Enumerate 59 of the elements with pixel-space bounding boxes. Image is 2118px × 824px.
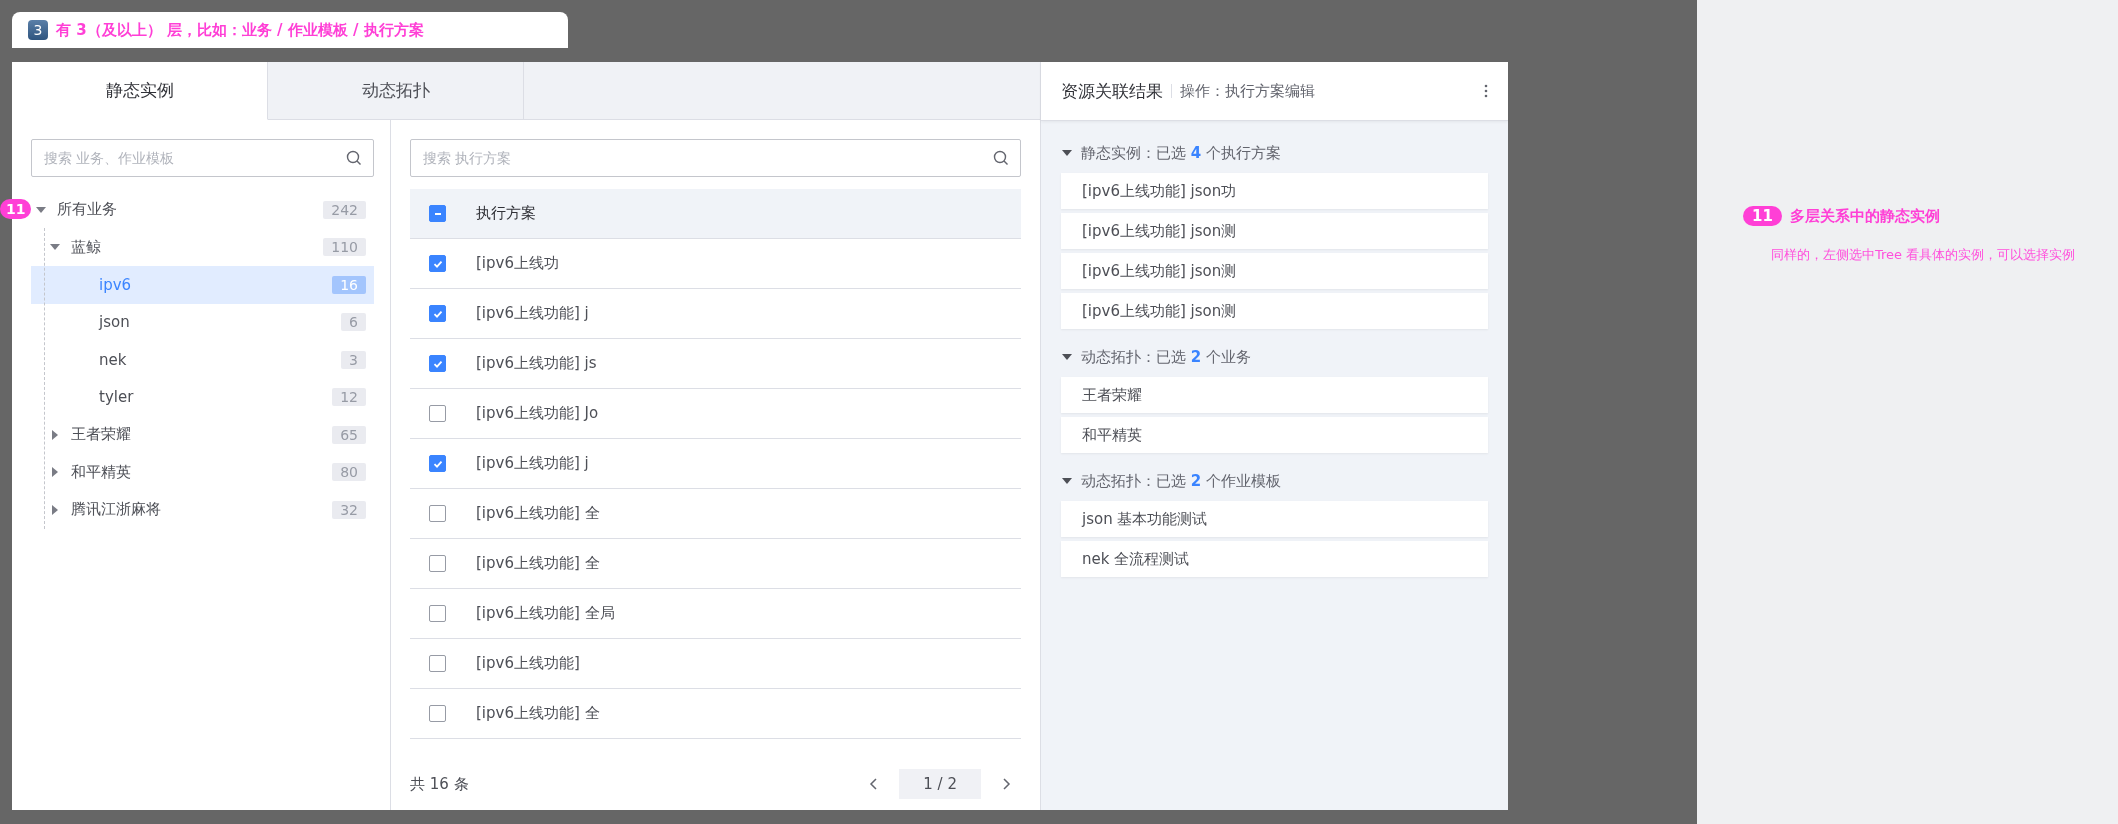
result-item: [ipv6上线功能] json测: [1061, 293, 1488, 329]
result-item: nek 全流程测试: [1061, 541, 1488, 577]
search-icon: [346, 150, 362, 166]
operation-label: 操作：执行方案编辑: [1180, 81, 1316, 101]
result-item: [ipv6上线功能] json功: [1061, 173, 1488, 209]
note-title: 有 3（及以上） 层，比如：业务 / 作业模板 / 执行方案: [56, 20, 424, 40]
tree-item[interactable]: 腾讯江浙麻将 32: [31, 491, 374, 529]
result-item: 和平精英: [1061, 417, 1488, 453]
checkbox[interactable]: [429, 505, 446, 522]
checkbox[interactable]: [429, 255, 446, 272]
checkbox[interactable]: [429, 355, 446, 372]
tree-item[interactable]: json 6: [31, 303, 374, 341]
tree-item[interactable]: 所有业务 242: [31, 191, 374, 229]
table-cell: [ipv6上线功能] 全: [476, 704, 600, 723]
select-all-checkbox[interactable]: [429, 205, 446, 222]
panel-title: 资源关联结果: [1061, 79, 1163, 103]
table-cell: [ipv6上线功能] 全: [476, 504, 600, 523]
result-item: [ipv6上线功能] json测: [1061, 213, 1488, 249]
search-field[interactable]: 搜索 执行方案: [410, 139, 1021, 177]
tree-item[interactable]: 和平精英 80: [31, 453, 374, 491]
checkbox[interactable]: [429, 605, 446, 622]
tree-item[interactable]: tyler 12: [31, 378, 374, 416]
section-title: 动态拓扑：已选 2 个作业模板: [1081, 471, 1281, 491]
checkbox[interactable]: [429, 405, 446, 422]
section-title: 动态拓扑：已选 2 个业务: [1081, 347, 1251, 367]
result-item: json 基本功能测试: [1061, 501, 1488, 537]
page-indicator: 1 / 2: [899, 769, 981, 799]
number-badge: 3: [28, 20, 48, 40]
tree-item[interactable]: 王者荣耀 65: [31, 416, 374, 454]
checkbox[interactable]: [429, 305, 446, 322]
table-cell: [ipv6上线功能]: [476, 654, 580, 673]
previous-page-icon[interactable]: [869, 777, 880, 791]
table-cell: [ipv6上线功能] Jo: [476, 404, 599, 423]
tree-item[interactable]: 蓝鲸 110: [31, 228, 374, 266]
table-cell: [ipv6上线功能] j: [476, 304, 589, 323]
checkbox[interactable]: [429, 455, 446, 472]
checkbox[interactable]: [429, 705, 446, 722]
next-page-icon[interactable]: [1001, 777, 1011, 791]
table-cell: [ipv6上线功能] j: [476, 454, 589, 473]
total-count: 共 16 条: [410, 774, 469, 794]
column-header: 执行方案: [476, 204, 536, 223]
number-badge: 11: [1743, 206, 1782, 226]
table-cell: [ipv6上线功能] js: [476, 354, 597, 373]
more-icon[interactable]: [1484, 84, 1488, 98]
table-cell: [ipv6上线功: [476, 254, 559, 273]
table-cell: [ipv6上线功能] 全: [476, 554, 600, 573]
result-item: 王者荣耀: [1061, 377, 1488, 413]
checkbox[interactable]: [429, 655, 446, 672]
checkbox[interactable]: [429, 555, 446, 572]
section-title: 静态实例：已选 4 个执行方案: [1081, 143, 1281, 163]
number-badge: 11: [0, 199, 32, 219]
search-field[interactable]: 搜索 业务、作业模板: [31, 139, 374, 177]
search-icon: [993, 150, 1009, 166]
tab[interactable]: 动态拓扑: [268, 62, 524, 120]
annotation-text: 同样的，左侧选中Tree 看具体的实例，可以选择实例: [1771, 246, 2077, 264]
annotation-title: 多层关系中的静态实例: [1789, 206, 1940, 226]
result-item: [ipv6上线功能] json测: [1061, 253, 1488, 289]
tree-item[interactable]: nek 3: [31, 341, 374, 379]
table-cell: [ipv6上线功能] 全局: [476, 604, 615, 623]
